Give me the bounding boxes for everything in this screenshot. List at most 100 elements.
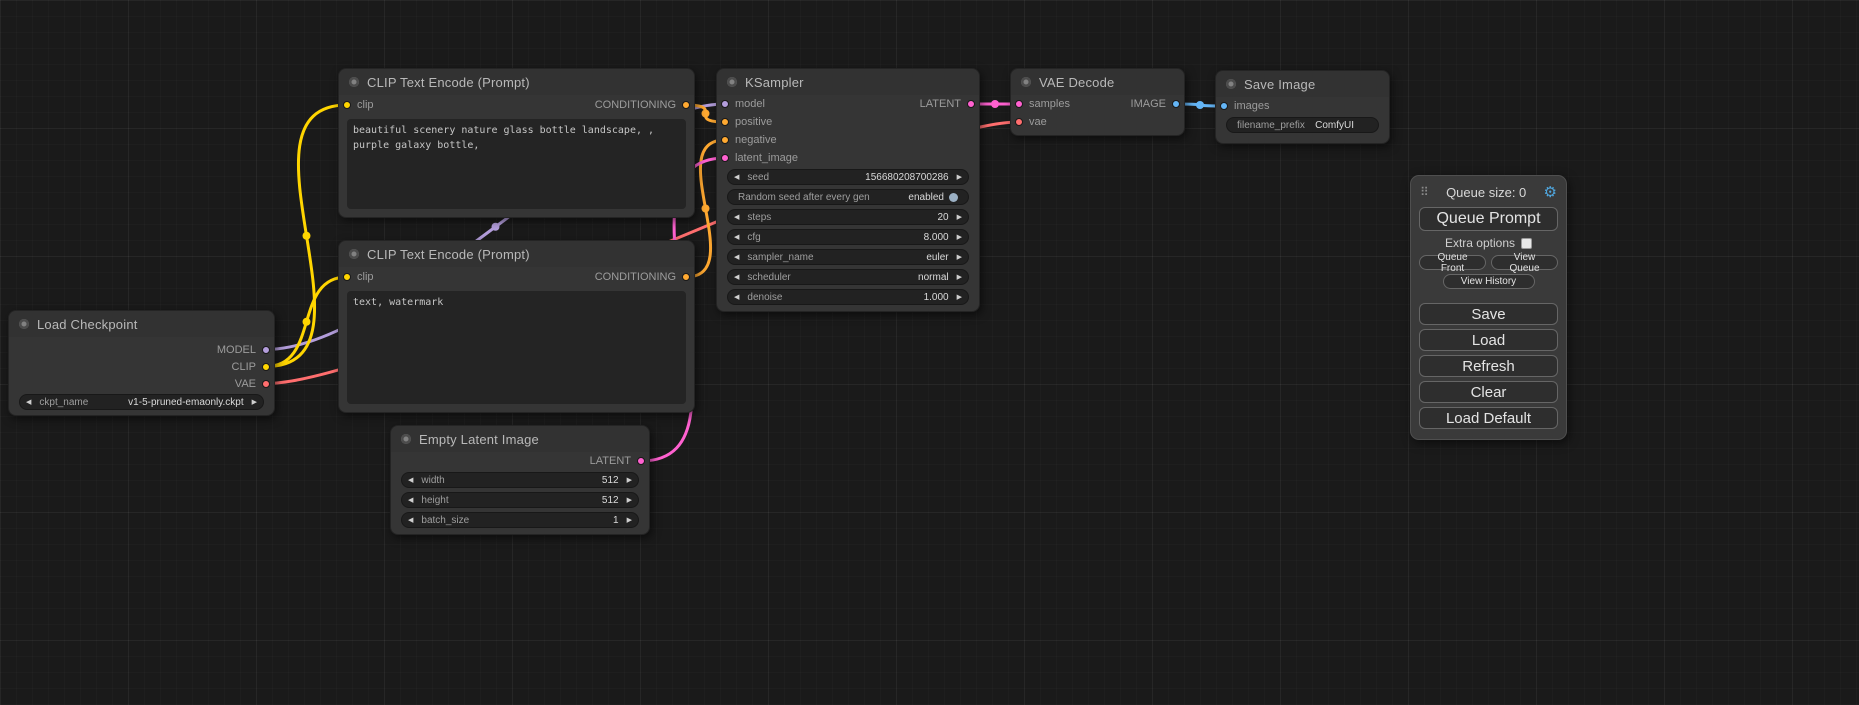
model-output-dot[interactable] — [262, 346, 270, 354]
load-button[interactable]: Load — [1419, 329, 1558, 351]
node-clip-text-encode-positive[interactable]: CLIP Text Encode (Prompt) clip CONDITION… — [338, 68, 695, 218]
scheduler-widget[interactable]: ◀ scheduler normal ▶ — [727, 269, 969, 285]
clip-input-dot[interactable] — [343, 273, 351, 281]
arrow-left-icon[interactable]: ◀ — [734, 254, 739, 261]
node-empty-latent-image[interactable]: Empty Latent Image LATENT ◀ width 512 ▶ … — [390, 425, 650, 535]
widget-label: width — [421, 475, 444, 486]
widget-value: 1.000 — [924, 292, 949, 303]
save-button[interactable]: Save — [1419, 303, 1558, 325]
settings-gear-icon[interactable]: ⚙ — [1544, 185, 1557, 200]
arrow-right-icon[interactable]: ▶ — [957, 234, 962, 241]
arrow-left-icon[interactable]: ◀ — [734, 214, 739, 221]
filename-prefix-widget[interactable]: filename_prefix ComfyUI — [1226, 117, 1379, 133]
slot-label: negative — [735, 134, 777, 146]
node-title-bar: Load Checkpoint — [9, 311, 274, 337]
arrow-left-icon[interactable]: ◀ — [408, 517, 413, 524]
image-output-dot[interactable] — [1172, 100, 1180, 108]
widget-label: cfg — [747, 232, 760, 243]
collapse-dot[interactable] — [349, 249, 359, 259]
latent-image-input-dot[interactable] — [721, 154, 729, 162]
arrow-left-icon[interactable]: ◀ — [734, 294, 739, 301]
slot-row: MODEL — [9, 341, 274, 358]
cfg-widget[interactable]: ◀ cfg 8.000 ▶ — [727, 229, 969, 245]
input-slot-latent-image: latent_image — [721, 152, 798, 164]
negative-input-dot[interactable] — [721, 136, 729, 144]
node-save-image[interactable]: Save Image images filename_prefix ComfyU… — [1215, 70, 1390, 144]
arrow-right-icon[interactable]: ▶ — [627, 497, 632, 504]
latent-output-dot[interactable] — [967, 100, 975, 108]
arrow-left-icon[interactable]: ◀ — [734, 274, 739, 281]
denoise-widget[interactable]: ◀ denoise 1.000 ▶ — [727, 289, 969, 305]
arrow-left-icon[interactable]: ◀ — [26, 399, 31, 406]
vae-input-dot[interactable] — [1015, 118, 1023, 126]
clip-output-dot[interactable] — [262, 363, 270, 371]
view-queue-button[interactable]: View Queue — [1491, 255, 1558, 270]
collapse-dot[interactable] — [727, 77, 737, 87]
slot-label: CONDITIONING — [595, 271, 676, 283]
arrow-right-icon[interactable]: ▶ — [957, 294, 962, 301]
clear-button[interactable]: Clear — [1419, 381, 1558, 403]
queue-front-button[interactable]: Queue Front — [1419, 255, 1486, 270]
positive-input-dot[interactable] — [721, 118, 729, 126]
steps-widget[interactable]: ◀ steps 20 ▶ — [727, 209, 969, 225]
arrow-right-icon[interactable]: ▶ — [957, 254, 962, 261]
widget-value: 20 — [937, 212, 948, 223]
collapse-dot[interactable] — [401, 434, 411, 444]
seed-widget[interactable]: ◀ seed 156680208700286 ▶ — [727, 169, 969, 185]
collapse-dot[interactable] — [349, 77, 359, 87]
slot-row: CLIP — [9, 358, 274, 375]
arrow-right-icon[interactable]: ▶ — [957, 274, 962, 281]
widget-label: seed — [747, 172, 769, 183]
negative-prompt-textarea[interactable]: text, watermark — [347, 291, 686, 404]
samples-input-dot[interactable] — [1015, 100, 1023, 108]
arrow-right-icon[interactable]: ▶ — [957, 214, 962, 221]
load-default-button[interactable]: Load Default — [1419, 407, 1558, 429]
extra-options-row: Extra options — [1419, 235, 1558, 251]
arrow-right-icon[interactable]: ▶ — [627, 477, 632, 484]
batch-size-widget[interactable]: ◀ batch_size 1 ▶ — [401, 512, 639, 528]
collapse-dot[interactable] — [19, 319, 29, 329]
refresh-button[interactable]: Refresh — [1419, 355, 1558, 377]
arrow-right-icon[interactable]: ▶ — [957, 174, 962, 181]
extra-options-checkbox[interactable] — [1521, 238, 1532, 249]
vae-output-dot[interactable] — [262, 380, 270, 388]
conditioning-output-dot[interactable] — [682, 101, 690, 109]
arrow-left-icon[interactable]: ◀ — [408, 477, 413, 484]
drag-handle-icon[interactable]: ⠿ — [1420, 185, 1429, 199]
collapse-dot[interactable] — [1226, 79, 1236, 89]
arrow-right-icon[interactable]: ▶ — [627, 517, 632, 524]
input-slot-samples: samples — [1015, 98, 1070, 110]
width-widget[interactable]: ◀ width 512 ▶ — [401, 472, 639, 488]
node-load-checkpoint[interactable]: Load Checkpoint MODEL CLIP VAE ◀ ckpt_na… — [8, 310, 275, 416]
widget-value: 156680208700286 — [865, 172, 948, 183]
slot-label: VAE — [235, 378, 256, 390]
clip-input-dot[interactable] — [343, 101, 351, 109]
node-graph-canvas[interactable]: Load Checkpoint MODEL CLIP VAE ◀ ckpt_na… — [0, 0, 1859, 705]
view-history-button[interactable]: View History — [1443, 274, 1535, 289]
random-seed-toggle-widget[interactable]: Random seed after every gen enabled — [727, 189, 969, 205]
toggle-dot[interactable] — [949, 193, 958, 202]
conditioning-output-dot[interactable] — [682, 273, 690, 281]
node-ksampler[interactable]: KSampler model LATENT positive negative — [716, 68, 980, 312]
arrow-left-icon[interactable]: ◀ — [734, 234, 739, 241]
positive-prompt-textarea[interactable]: beautiful scenery nature glass bottle la… — [347, 119, 686, 209]
node-clip-text-encode-negative[interactable]: CLIP Text Encode (Prompt) clip CONDITION… — [338, 240, 695, 413]
slot-row: clip CONDITIONING — [339, 267, 694, 287]
slot-label: LATENT — [920, 98, 961, 110]
height-widget[interactable]: ◀ height 512 ▶ — [401, 492, 639, 508]
arrow-right-icon[interactable]: ▶ — [252, 399, 257, 406]
output-slot-image: IMAGE — [1131, 98, 1180, 110]
node-vae-decode[interactable]: VAE Decode samples IMAGE vae — [1010, 68, 1185, 136]
model-input-dot[interactable] — [721, 100, 729, 108]
sampler-name-widget[interactable]: ◀ sampler_name euler ▶ — [727, 249, 969, 265]
collapse-dot[interactable] — [1021, 77, 1031, 87]
node-title-bar: Save Image — [1216, 71, 1389, 97]
input-slot-clip: clip — [343, 99, 374, 111]
latent-output-dot[interactable] — [637, 457, 645, 465]
ckpt-name-widget[interactable]: ◀ ckpt_name v1-5-pruned-emaonly.ckpt ▶ — [19, 394, 264, 410]
arrow-left-icon[interactable]: ◀ — [408, 497, 413, 504]
images-input-dot[interactable] — [1220, 102, 1228, 110]
queue-prompt-button[interactable]: Queue Prompt — [1419, 207, 1558, 231]
widget-label: scheduler — [747, 272, 790, 283]
arrow-left-icon[interactable]: ◀ — [734, 174, 739, 181]
